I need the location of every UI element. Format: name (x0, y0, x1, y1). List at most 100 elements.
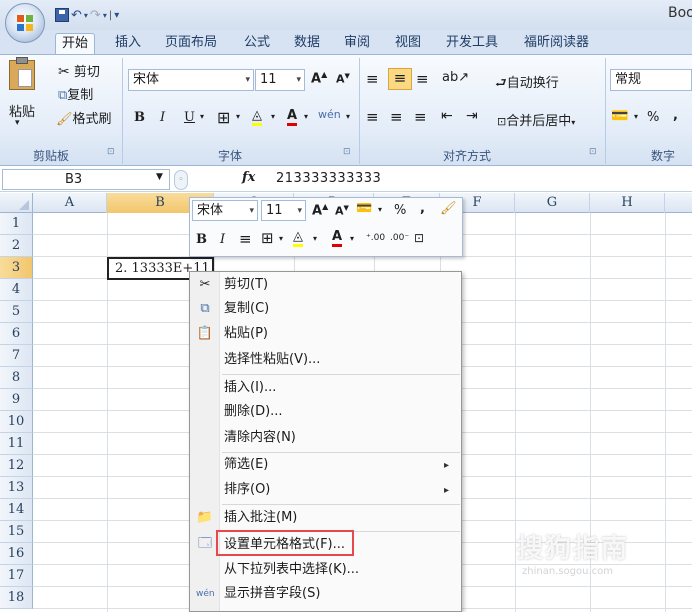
row-header[interactable]: 4 (0, 279, 33, 301)
row-header[interactable]: 13 (0, 477, 33, 499)
font-size-select[interactable]: 11 ▾ (255, 69, 305, 91)
menu-item-cut[interactable]: 剪切(T) (224, 274, 268, 296)
italic-button[interactable]: I (160, 110, 165, 125)
align-center-icon[interactable]: ≡ (239, 230, 252, 248)
menu-item-pick-from-list[interactable]: 从下拉列表中选择(K)... (224, 559, 359, 581)
percent-button[interactable]: % (647, 110, 659, 125)
office-button[interactable] (5, 3, 45, 43)
merge-icon[interactable]: ⊡ (414, 231, 424, 245)
chevron-down-icon[interactable]: ▾ (634, 112, 638, 121)
tab-review[interactable]: 审阅 (338, 33, 376, 54)
menu-item-sort[interactable]: 排序(O) (224, 479, 270, 501)
column-header-g[interactable]: G (515, 193, 590, 213)
phonetic-guide-icon[interactable]: wén (318, 108, 341, 121)
row-header[interactable]: 17 (0, 565, 33, 587)
menu-item-delete[interactable]: 删除(D)... (224, 401, 283, 423)
undo-icon[interactable]: ↶ (71, 8, 82, 23)
formula-bar-expand-icon[interactable]: ◦ (174, 170, 188, 190)
column-header-h[interactable]: H (590, 193, 665, 213)
borders-icon[interactable]: ⊞ (217, 108, 230, 127)
paste-dropdown-icon[interactable]: ▾ (15, 118, 20, 128)
chevron-down-icon[interactable]: ▾ (279, 234, 283, 243)
merge-center-button[interactable]: ⊡合并后居中▾ (497, 110, 575, 129)
save-icon[interactable] (55, 8, 69, 22)
shrink-font-icon[interactable]: A▼ (335, 204, 349, 218)
currency-icon[interactable]: 💳 (611, 108, 628, 124)
tab-page-layout[interactable]: 页面布局 (159, 33, 223, 54)
mini-bold-button[interactable]: B (196, 232, 207, 247)
chevron-down-icon[interactable]: ▾ (350, 234, 354, 243)
tab-foxit-reader[interactable]: 福昕阅读器 (518, 33, 595, 54)
insert-function-icon[interactable]: fx (242, 170, 255, 185)
tab-developer[interactable]: 开发工具 (440, 33, 504, 54)
bold-button[interactable]: B (134, 110, 145, 125)
underline-button[interactable]: U (184, 110, 195, 125)
tab-formulas[interactable]: 公式 (238, 33, 276, 54)
mini-comma-button[interactable]: , (420, 201, 425, 216)
font-color-icon[interactable]: A (287, 108, 298, 126)
copy-button[interactable]: ⧉复制 (58, 84, 93, 103)
orientation-icon[interactable]: ab↗ (442, 70, 469, 85)
chevron-down-icon[interactable]: ▾ (346, 112, 350, 121)
menu-item-show-phonetic[interactable]: 显示拼音字段(S) (224, 583, 320, 605)
menu-item-clear-contents[interactable]: 清除内容(N) (224, 427, 296, 449)
row-header[interactable]: 5 (0, 301, 33, 323)
alignment-launcher-icon[interactable]: ⊡ (589, 147, 597, 157)
align-left-icon[interactable]: ≡ (366, 108, 379, 126)
align-center-icon[interactable]: ≡ (390, 108, 403, 126)
menu-item-insert[interactable]: 插入(I)... (224, 377, 276, 399)
paste-icon[interactable] (9, 57, 35, 90)
mini-percent-button[interactable]: % (394, 203, 406, 218)
menu-item-filter[interactable]: 筛选(E) (224, 454, 268, 476)
chevron-down-icon[interactable]: ▾ (271, 112, 275, 121)
select-all-corner[interactable] (0, 193, 33, 213)
mini-italic-button[interactable]: I (220, 232, 225, 247)
chevron-down-icon[interactable]: ▾ (378, 205, 382, 214)
tab-insert[interactable]: 插入 (109, 33, 147, 54)
chevron-down-icon[interactable]: ▾ (200, 112, 204, 121)
brush-icon[interactable]: 🖌 (440, 201, 457, 216)
name-box-dropdown-icon[interactable]: ▼ (156, 172, 163, 182)
tab-data[interactable]: 数据 (288, 33, 326, 54)
paste-button[interactable]: 粘贴 (9, 101, 35, 120)
menu-item-paste-special[interactable]: 选择性粘贴(V)... (224, 349, 320, 371)
tab-view[interactable]: 视图 (389, 33, 427, 54)
row-header[interactable]: 6 (0, 323, 33, 345)
align-bottom-icon[interactable]: ≡ (416, 70, 429, 88)
decrease-indent-icon[interactable]: ⇤ (441, 108, 453, 124)
row-header[interactable]: 9 (0, 389, 33, 411)
grow-font-icon[interactable]: A▲ (311, 70, 327, 86)
row-header[interactable]: 18 (0, 587, 33, 609)
align-middle-icon[interactable]: ≡ (388, 68, 412, 90)
menu-item-insert-comment[interactable]: 插入批注(M) (224, 507, 297, 529)
chevron-down-icon[interactable]: ▾ (236, 112, 240, 121)
menu-item-paste[interactable]: 粘贴(P) (224, 323, 268, 345)
decrease-decimal-icon[interactable]: .00⁻ (390, 233, 409, 243)
customize-qat-icon[interactable]: ▾ (114, 10, 119, 21)
font-launcher-icon[interactable]: ⊡ (343, 147, 351, 157)
row-header-selected[interactable]: 3 (0, 257, 33, 279)
borders-icon[interactable]: ⊞ (261, 229, 274, 247)
mini-font-size-select[interactable]: 11 ▾ (261, 200, 306, 221)
row-header[interactable]: 12 (0, 455, 33, 477)
row-header[interactable]: 11 (0, 433, 33, 455)
fill-color-icon[interactable]: ◬ (293, 229, 303, 247)
fill-color-icon[interactable]: ◬ (252, 108, 262, 126)
row-header[interactable]: 14 (0, 499, 33, 521)
increase-indent-icon[interactable]: ⇥ (466, 108, 478, 124)
row-header[interactable]: 15 (0, 521, 33, 543)
chevron-down-icon[interactable]: ▾ (313, 234, 317, 243)
menu-item-copy[interactable]: 复制(C) (224, 298, 269, 320)
font-name-select[interactable]: 宋体 ▾ (128, 69, 254, 91)
row-header[interactable]: 10 (0, 411, 33, 433)
comma-button[interactable]: , (673, 108, 678, 123)
clipboard-launcher-icon[interactable]: ⊡ (107, 147, 115, 157)
chevron-down-icon[interactable]: ▾ (304, 112, 308, 121)
format-painter-button[interactable]: 🖌格式刷 (56, 108, 112, 127)
tab-home[interactable]: 开始 (55, 33, 96, 54)
wrap-text-button[interactable]: ⮐自动换行 (495, 72, 559, 96)
cut-button[interactable]: ✂ 剪切 (58, 61, 100, 80)
align-top-icon[interactable]: ≡ (366, 70, 379, 88)
shrink-font-icon[interactable]: A▼ (336, 72, 350, 86)
row-header[interactable]: 16 (0, 543, 33, 565)
